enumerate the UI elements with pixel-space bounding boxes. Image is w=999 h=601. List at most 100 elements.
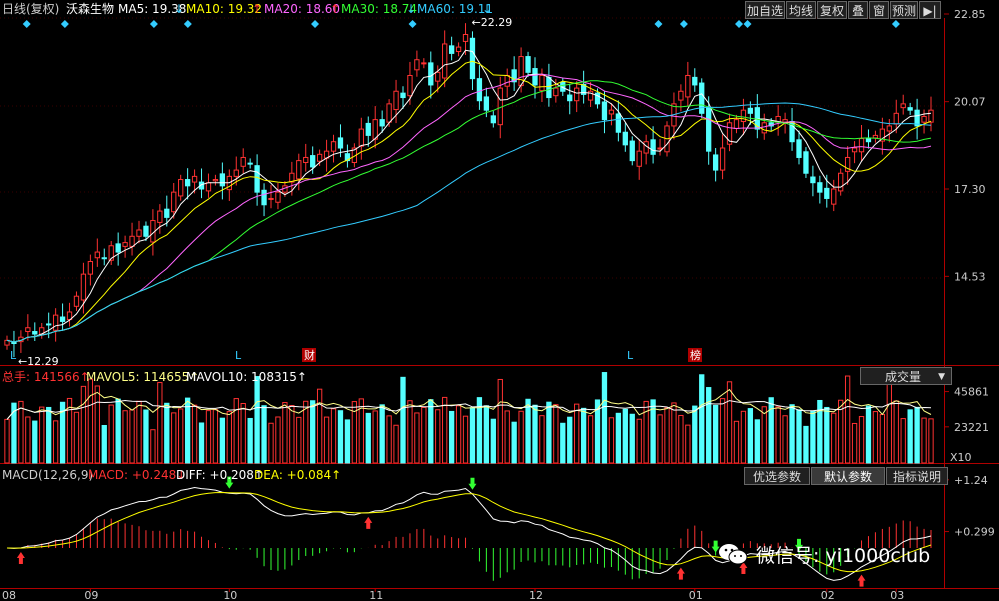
volume-bar bbox=[268, 422, 274, 464]
price-candle bbox=[80, 273, 87, 301]
price-candle bbox=[184, 179, 191, 187]
volume-bar bbox=[768, 397, 774, 464]
volume-dropdown-label: 成交量 bbox=[885, 370, 922, 384]
price-candle bbox=[212, 179, 219, 182]
volume-bar bbox=[94, 385, 100, 464]
volume-bar bbox=[754, 419, 760, 464]
volume-bar bbox=[907, 409, 913, 464]
volume-bar bbox=[448, 410, 455, 464]
volume-bar bbox=[136, 400, 142, 464]
price-candle bbox=[337, 137, 344, 149]
volume-bar bbox=[872, 411, 879, 464]
volume-bar bbox=[796, 409, 802, 464]
rights-adjust-button[interactable]: 复权 bbox=[817, 1, 847, 19]
volume-bar bbox=[615, 412, 622, 464]
price-candle bbox=[518, 56, 524, 87]
volume-bar bbox=[150, 429, 156, 464]
volume-bar bbox=[740, 410, 747, 464]
volume-bar bbox=[455, 405, 462, 464]
price-candle bbox=[921, 115, 927, 123]
volume-bar bbox=[157, 382, 163, 464]
price-candle bbox=[872, 134, 879, 139]
price-candle bbox=[233, 169, 239, 177]
volume-bar bbox=[567, 416, 573, 464]
volume-bar bbox=[25, 416, 31, 464]
price-candle bbox=[803, 151, 809, 174]
volume-bar bbox=[330, 408, 337, 464]
price-candle bbox=[316, 153, 323, 162]
wechat-icon bbox=[719, 544, 748, 565]
chevron-down-icon: ▼ bbox=[938, 372, 945, 382]
volume-bar bbox=[504, 410, 510, 464]
price-candle bbox=[219, 173, 226, 187]
price-candle bbox=[400, 92, 406, 99]
volume-bar bbox=[289, 405, 295, 464]
price-candle bbox=[46, 323, 52, 326]
price-candle bbox=[442, 43, 448, 79]
volume-bar bbox=[553, 404, 559, 464]
volume-bar bbox=[52, 420, 59, 464]
price-candle bbox=[164, 208, 170, 218]
volume-bar bbox=[733, 420, 740, 464]
price-candle bbox=[448, 45, 455, 54]
volume-bar bbox=[601, 372, 608, 464]
price-candle bbox=[303, 156, 309, 164]
price-candle bbox=[428, 62, 434, 86]
price-candle bbox=[546, 76, 552, 99]
price-candle bbox=[310, 155, 316, 168]
price-candle bbox=[574, 87, 580, 102]
price-candle bbox=[532, 68, 538, 86]
volume-bar bbox=[893, 400, 899, 464]
price-candle bbox=[240, 156, 246, 167]
moving-average-button[interactable]: 均线 bbox=[786, 1, 816, 19]
month-label: 08 bbox=[2, 589, 16, 601]
tab-default-params[interactable]: 默认参数 bbox=[811, 467, 885, 485]
price-candle bbox=[32, 331, 38, 335]
volume-unit-label: X10 bbox=[950, 451, 972, 464]
price-candle bbox=[692, 76, 698, 86]
volume-bar bbox=[275, 416, 281, 464]
volume-bar bbox=[511, 421, 517, 464]
window-button[interactable]: 窗 bbox=[869, 1, 889, 19]
price-candle bbox=[59, 316, 66, 322]
overlay-button[interactable]: 叠 bbox=[848, 1, 868, 19]
month-label: 03 bbox=[890, 589, 904, 601]
volume-bar bbox=[101, 424, 107, 464]
price-candle bbox=[191, 175, 198, 183]
event-marker: L bbox=[627, 349, 634, 362]
volume-indicator-dropdown[interactable]: 成交量 ▼ bbox=[860, 367, 952, 385]
price-candle bbox=[247, 162, 253, 165]
add-watchlist-button[interactable]: 加自选 bbox=[745, 1, 785, 19]
tab-preferred-params[interactable]: 优选参数 bbox=[744, 467, 810, 485]
price-candle bbox=[52, 314, 59, 331]
volume-bar bbox=[240, 403, 246, 464]
volume-bar bbox=[879, 413, 886, 464]
price-candle bbox=[650, 139, 656, 155]
volume-bar bbox=[233, 398, 239, 464]
volume-bar bbox=[678, 414, 684, 464]
price-candle bbox=[615, 113, 622, 133]
price-candle bbox=[143, 225, 149, 237]
volume-bar bbox=[629, 413, 635, 464]
event-marker: 榜 bbox=[690, 348, 701, 362]
month-label: 10 bbox=[223, 589, 237, 601]
volume-bar bbox=[574, 403, 580, 464]
volume-bar bbox=[539, 415, 545, 464]
price-candle bbox=[747, 107, 754, 114]
volume-bar bbox=[851, 422, 858, 464]
volume-bar bbox=[518, 410, 524, 464]
price-candle bbox=[421, 62, 427, 65]
volume-bar bbox=[560, 422, 566, 464]
volume-bar bbox=[4, 418, 10, 464]
next-nav-icon[interactable]: ▶| bbox=[919, 1, 941, 19]
volume-bar bbox=[747, 408, 754, 464]
volume-bar bbox=[844, 375, 851, 464]
tab-indicator-help[interactable]: 指标说明 bbox=[886, 467, 948, 485]
volume-bar bbox=[80, 385, 87, 464]
volume-bar bbox=[400, 376, 406, 464]
volume-bar bbox=[761, 406, 767, 464]
forecast-button[interactable]: 预测 bbox=[890, 1, 918, 19]
price-candle bbox=[94, 251, 100, 259]
volume-bar bbox=[914, 406, 920, 464]
volume-bar bbox=[789, 404, 795, 464]
